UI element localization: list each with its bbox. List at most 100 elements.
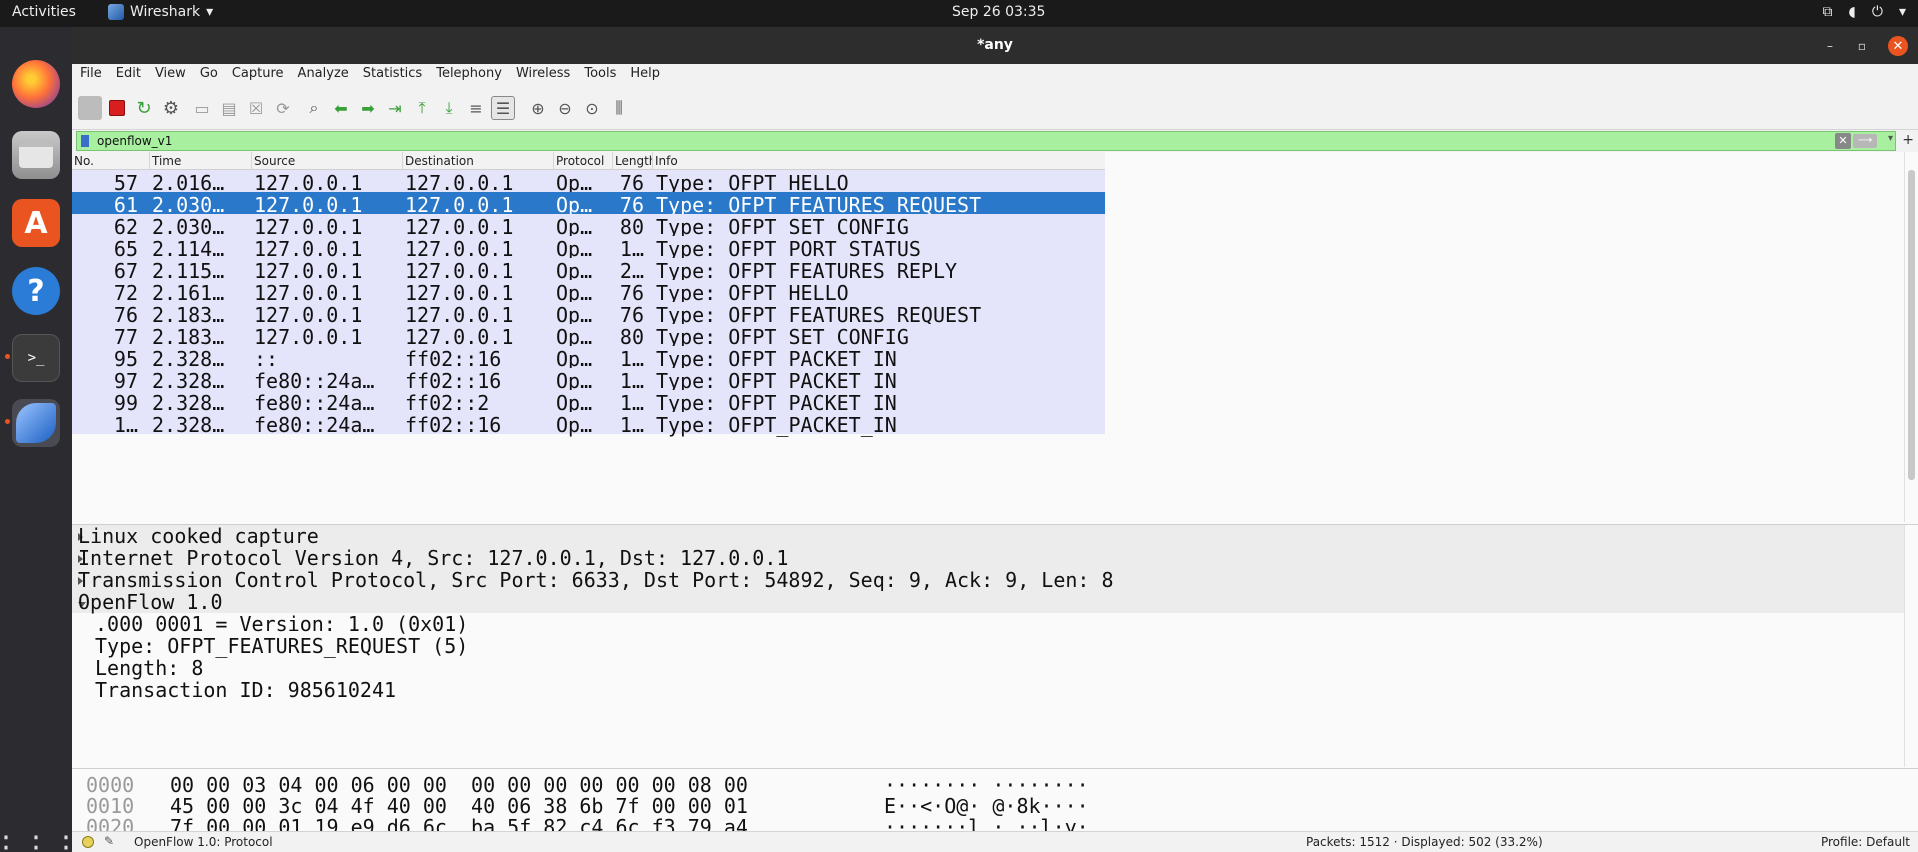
expert-info-icon[interactable] — [82, 836, 94, 848]
detail-tree-item[interactable]: OpenFlow 1.0 — [72, 590, 1904, 614]
activities-button[interactable]: Activities — [12, 4, 76, 20]
detail-tree-item[interactable]: Linux cooked capture — [72, 524, 1904, 548]
menu-analyze[interactable]: Analyze — [298, 64, 349, 84]
colorize-icon[interactable]: ☰ — [491, 96, 515, 120]
capture-options-icon[interactable]: ⚙ — [159, 96, 183, 120]
close-button[interactable]: ✕ — [1888, 36, 1908, 56]
stop-capture-icon[interactable] — [105, 96, 129, 120]
wireshark-window: *any – ▫ ✕ File Edit View Go Capture Ana… — [72, 27, 1918, 852]
table-row[interactable]: 57 2.016… 127.0.0.1 127.0.0.1 Op… 76 Type: OFP… — [72, 170, 1105, 195]
clock[interactable]: Sep 26 03:35 — [952, 4, 1045, 20]
app-menu[interactable]: Wireshark ▾ — [108, 4, 213, 20]
clear-filter-icon[interactable]: ✕ — [1835, 133, 1851, 149]
zoom-in-icon[interactable]: ⊕ — [526, 96, 550, 120]
packet-details-pane: Linux cooked capture Internet Protocol Ve… — [72, 524, 1918, 767]
table-row[interactable]: 67 2.115… 127.0.0.1 127.0.0.1 Op… 2… Type: OFP… — [72, 258, 1105, 283]
zoom-out-icon[interactable]: ⊖ — [553, 96, 577, 120]
window-title: *any — [977, 37, 1013, 53]
detail-tree-item[interactable]: Transmission Control Protocol, Src Port:… — [72, 568, 1904, 592]
detail-tree-item[interactable]: Length: 8 — [72, 656, 1904, 680]
detail-tree-item[interactable]: Internet Protocol Version 4, Src: 127.0.… — [72, 546, 1904, 570]
details-scrollbar[interactable] — [1904, 525, 1918, 767]
menu-view[interactable]: View — [155, 64, 186, 84]
reload-file-icon[interactable]: ⟳ — [271, 96, 295, 120]
wireshark-fin-icon — [16, 403, 56, 443]
help-icon[interactable]: ? — [12, 267, 60, 315]
menu-file[interactable]: File — [80, 64, 102, 84]
comment-edit-icon[interactable]: ✎ — [104, 834, 114, 848]
files-icon[interactable] — [12, 131, 60, 179]
table-row[interactable]: 1… 2.328… fe80::24a… ff02::16 Op… 1… Type: OFP… — [72, 412, 1105, 437]
title-bar[interactable]: *any – ▫ ✕ — [72, 27, 1918, 64]
scrollbar-thumb[interactable] — [1908, 170, 1915, 480]
menu-statistics[interactable]: Statistics — [363, 64, 422, 84]
power-icon: ⏻ — [1871, 4, 1883, 20]
minimize-button[interactable]: – — [1820, 36, 1840, 56]
add-filter-button-icon[interactable]: + — [1902, 132, 1914, 148]
display-filter-input[interactable]: openflow_v1 — [97, 134, 172, 148]
column-destination[interactable]: Destination — [403, 152, 554, 170]
wireshark-dock-icon[interactable] — [12, 399, 60, 447]
menu-help[interactable]: Help — [630, 64, 660, 84]
table-row[interactable]: 97 2.328… fe80::24a… ff02::16 Op… 1… Type: OFP… — [72, 368, 1105, 393]
menu-edit[interactable]: Edit — [116, 64, 141, 84]
last-packet-icon[interactable]: ⤓ — [437, 96, 461, 120]
packet-list-scrollbar[interactable] — [1904, 152, 1918, 522]
column-protocol[interactable]: Protocol — [554, 152, 613, 170]
bookmark-icon[interactable] — [81, 135, 89, 147]
save-file-icon[interactable]: ▤ — [217, 96, 241, 120]
column-info[interactable]: Info — [653, 152, 1105, 170]
auto-scroll-icon[interactable]: ≡ — [464, 96, 488, 120]
display-filter-bar: openflow_v1 ✕ ⟶ ▾ + — [72, 130, 1918, 152]
status-field-text: OpenFlow 1.0: Protocol — [134, 835, 273, 849]
software-center-icon[interactable]: A — [12, 199, 60, 247]
table-row[interactable]: 61 2.030… 127.0.0.1 127.0.0.1 Op… 76 Type: OFP… — [72, 192, 1105, 217]
column-time[interactable]: Time — [150, 152, 252, 170]
app-menu-label: Wireshark — [130, 4, 201, 20]
detail-tree-item[interactable]: .000 0001 = Version: 1.0 (0x01) — [72, 612, 1904, 636]
table-row[interactable]: 65 2.114… 127.0.0.1 127.0.0.1 Op… 1… Type: OFP… — [72, 236, 1105, 261]
menu-capture[interactable]: Capture — [232, 64, 284, 84]
go-to-packet-icon[interactable]: ⇥ — [383, 96, 407, 120]
folder-icon — [19, 142, 53, 168]
system-tray[interactable]: ⧉ ◖ ⏻ ▾ — [1823, 4, 1907, 20]
table-row[interactable]: 77 2.183… 127.0.0.1 127.0.0.1 Op… 80 Type: OFP… — [72, 324, 1105, 349]
find-packet-icon[interactable]: ⌕ — [302, 96, 326, 120]
close-file-icon[interactable]: ☒ — [244, 96, 268, 120]
restart-capture-icon[interactable]: ↻ — [132, 96, 156, 120]
maximize-button[interactable]: ▫ — [1852, 36, 1872, 56]
column-no[interactable]: No. — [72, 152, 150, 170]
table-row[interactable]: 76 2.183… 127.0.0.1 127.0.0.1 Op… 76 Type: OFP… — [72, 302, 1105, 327]
go-forward-icon[interactable]: ➡ — [356, 96, 380, 120]
detail-tree-label: Transmission Control Protocol, Src Port:… — [78, 568, 1114, 592]
menu-tools[interactable]: Tools — [584, 64, 616, 84]
table-row[interactable]: 62 2.030… 127.0.0.1 127.0.0.1 Op… 80 Type: OFP… — [72, 214, 1105, 239]
table-row[interactable]: 95 2.328…:: ff02::16 Op… 1… Type: OFPT_PACKET… — [72, 346, 1105, 371]
detail-tree-item[interactable]: Transaction ID: 985610241 — [72, 678, 1904, 702]
normal-size-icon[interactable]: ⊙ — [580, 96, 604, 120]
firefox-icon[interactable] — [12, 60, 60, 108]
detail-tree-label: Transaction ID: 985610241 — [95, 678, 397, 702]
go-back-icon[interactable]: ⬅ — [329, 96, 353, 120]
start-capture-icon[interactable] — [78, 96, 102, 120]
status-profile[interactable]: Profile: Default — [1821, 835, 1910, 849]
detail-tree-label: Type: OFPT_FEATURES_REQUEST (5) — [95, 634, 469, 658]
apply-filter-icon[interactable]: ⟶ — [1853, 134, 1877, 148]
menu-wireless[interactable]: Wireless — [516, 64, 570, 84]
detail-tree-item[interactable]: Type: OFPT_FEATURES_REQUEST (5) — [72, 634, 1904, 658]
column-source[interactable]: Source — [252, 152, 403, 170]
column-length[interactable]: Length — [613, 152, 653, 170]
table-row[interactable]: 72 2.161… 127.0.0.1 127.0.0.1 Op… 76 Type: OFP… — [72, 280, 1105, 305]
packet-list: No. Time Source Destination Protocol Len… — [72, 152, 1918, 522]
show-applications-icon[interactable]: ⋮⋮⋮ — [0, 823, 81, 852]
network-icon: ⧉ — [1822, 4, 1833, 20]
menu-go[interactable]: Go — [200, 64, 218, 84]
resize-columns-icon[interactable]: ⫼ — [607, 96, 631, 120]
display-filter-field[interactable]: openflow_v1 ✕ ⟶ ▾ — [76, 131, 1896, 151]
open-file-icon[interactable]: ▭ — [190, 96, 214, 120]
menu-telephony[interactable]: Telephony — [436, 64, 502, 84]
terminal-icon[interactable]: >_ — [12, 334, 60, 382]
filter-history-chevron-icon[interactable]: ▾ — [1888, 133, 1893, 144]
first-packet-icon[interactable]: ⤒ — [410, 96, 434, 120]
table-row[interactable]: 99 2.328… fe80::24a… ff02::2 Op… 1… Type: OFPT… — [72, 390, 1105, 415]
